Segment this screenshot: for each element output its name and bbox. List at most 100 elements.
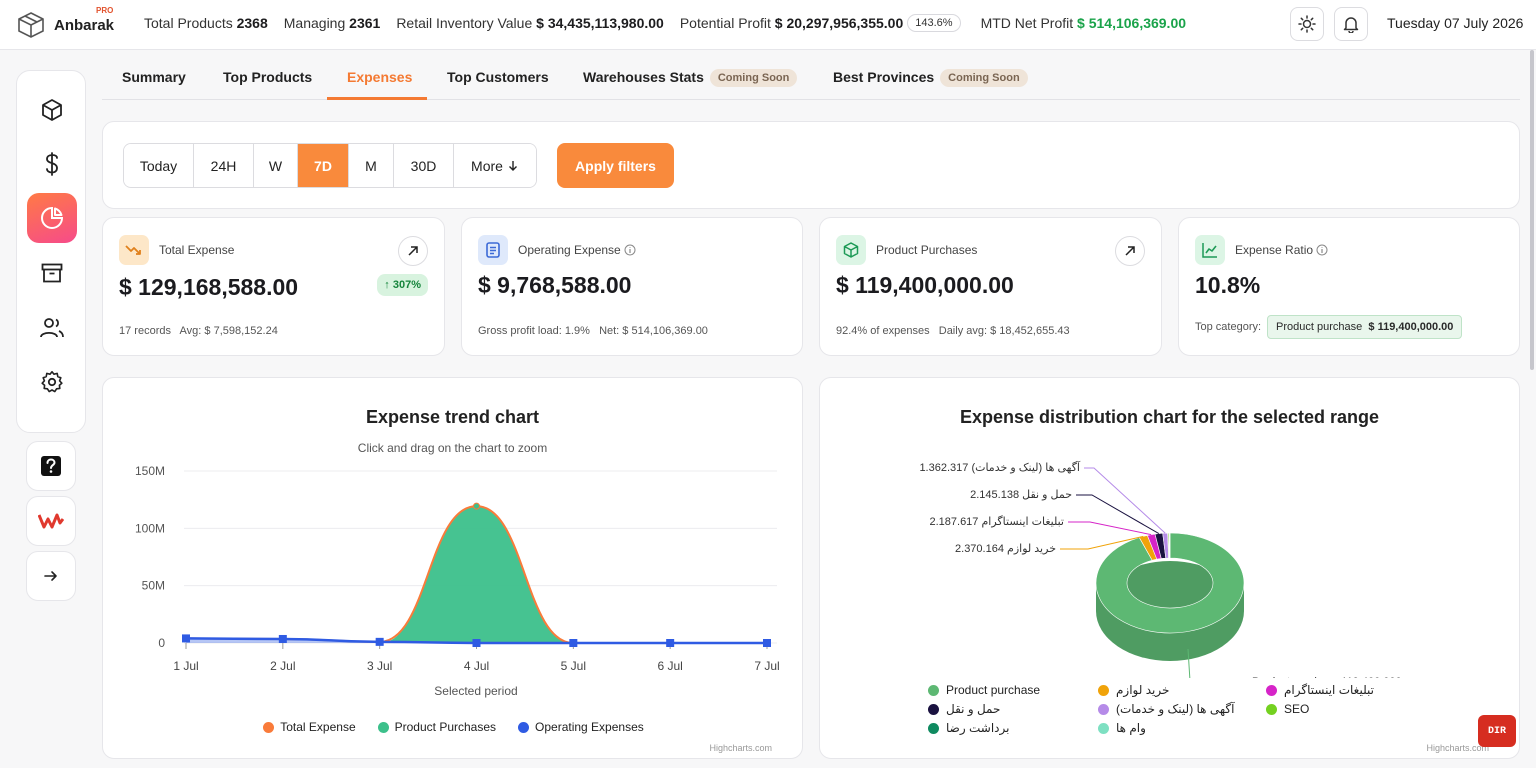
- expense-distribution-chart[interactable]: Expense distribution chart for the selec…: [819, 377, 1520, 759]
- card-product-purchases: Product Purchases $ 119,400,000.00 92.4%…: [819, 217, 1162, 356]
- legend-item[interactable]: تبلیغات اینستاگرام: [1266, 683, 1374, 697]
- tab-expenses[interactable]: Expenses: [347, 69, 412, 85]
- range-7d[interactable]: 7D: [298, 144, 349, 187]
- legend-label: تبلیغات اینستاگرام: [1284, 683, 1375, 697]
- legend-swatch: [518, 721, 530, 733]
- range-month[interactable]: M: [349, 144, 394, 187]
- brand[interactable]: Anbarak PRO: [16, 6, 114, 40]
- x-tick-label: 7 Jul: [754, 659, 779, 673]
- legend-swatch: [928, 703, 939, 715]
- product-purchase-point[interactable]: [473, 502, 480, 510]
- sidebar-item-products[interactable]: [27, 85, 77, 135]
- notifications-button[interactable]: [1334, 7, 1368, 41]
- range-selector: Today 24H W 7D M 30D More: [123, 143, 537, 188]
- top-category: Top category: Product purchase $ 119,400,…: [1195, 315, 1463, 339]
- sidebar-item-reports[interactable]: [27, 193, 77, 243]
- pie-data-label: 2.187.617 تبلیغات اینستاگرام: [929, 515, 1064, 528]
- arrow-up-right-icon: [1125, 246, 1135, 256]
- range-30d[interactable]: 30D: [394, 144, 454, 187]
- tab-summary[interactable]: Summary: [122, 69, 186, 85]
- page-scrollbar[interactable]: [1530, 50, 1534, 370]
- legend-item[interactable]: Total Expense: [263, 720, 356, 734]
- pie-data-label: 1.362.317 آگهی ها (لینک و خدمات): [919, 460, 1080, 474]
- dollar-icon: [46, 152, 58, 176]
- open-details-button[interactable]: [1115, 236, 1145, 266]
- legend-swatch: [1266, 703, 1277, 715]
- legend-swatch: [263, 721, 275, 733]
- card-operating-expense: Operating Expense $ 9,768,588.00 Gross p…: [461, 217, 803, 356]
- legend-label: آگهی ها (لینک و خدمات): [1116, 702, 1235, 716]
- legend-swatch: [377, 721, 389, 733]
- legend-item[interactable]: SEO: [1266, 702, 1309, 716]
- operating-expense-point[interactable]: [182, 634, 190, 643]
- legend-item[interactable]: آگهی ها (لینک و خدمات): [1098, 702, 1234, 716]
- operating-expense-point[interactable]: [375, 637, 384, 646]
- arrow-down-icon: [508, 160, 517, 171]
- legend-item[interactable]: Product purchase: [928, 683, 1040, 697]
- theme-toggle-button[interactable]: [1290, 7, 1324, 41]
- legend-item[interactable]: حمل و نقل: [928, 702, 1000, 716]
- y-tick-label: 150M: [135, 464, 165, 478]
- operating-expense-point[interactable]: [569, 639, 578, 647]
- trend-chart-svg[interactable]: 0 50M 100M 150M 1 Jul 2 Jul 3 Jul 4 Jul 5 Jul 6 J…: [103, 378, 803, 759]
- trend-down-icon: [119, 235, 149, 265]
- direction-toggle-button[interactable]: DIR: [1478, 715, 1516, 747]
- legend-item[interactable]: Operating Expenses: [518, 720, 644, 734]
- partner-logo-button[interactable]: [26, 496, 76, 546]
- legend-label: Product Purchases: [394, 720, 497, 734]
- document-icon: [478, 235, 508, 265]
- operating-expense-point[interactable]: [763, 639, 771, 647]
- card-total-expense: Total Expense $ 129,168,588.00 ↑ 307% 17…: [102, 217, 445, 356]
- card-value: $ 9,768,588.00: [478, 272, 632, 298]
- legend-item[interactable]: Product Purchases: [377, 720, 497, 734]
- brand-pro-tag: PRO: [96, 6, 114, 15]
- arrow-up-right-icon: [408, 246, 418, 256]
- top-category-pill: Product purchase $ 119,400,000.00: [1267, 315, 1463, 339]
- operating-expense-point[interactable]: [666, 639, 675, 647]
- sidebar-item-archive[interactable]: [27, 248, 77, 298]
- legend-label: وام ها: [1116, 721, 1146, 735]
- tab-top-products[interactable]: Top Products: [223, 69, 312, 85]
- donut-hole: [1127, 560, 1213, 610]
- card-footer: 17 records Avg: $ 7,598,152.24: [119, 325, 278, 337]
- tab-warehouses-stats[interactable]: Warehouses Stats Coming Soon: [583, 69, 798, 88]
- range-today[interactable]: Today: [124, 144, 194, 187]
- distribution-chart-svg[interactable]: Product purchase 119.400.000 2.370.164 خر…: [820, 378, 1520, 678]
- legend-swatch: [1098, 703, 1109, 715]
- card-value: $ 129,168,588.00: [119, 274, 299, 300]
- help-button[interactable]: [26, 441, 76, 491]
- x-tick-label: 1 Jul: [173, 659, 198, 673]
- sidebar-item-users[interactable]: [27, 303, 77, 353]
- operating-expense-point[interactable]: [278, 634, 287, 643]
- gear-icon: [41, 371, 63, 393]
- legend-item[interactable]: خرید لوازم: [1098, 683, 1169, 697]
- trend-legend: Total Expense Product Purchases Operating …: [103, 720, 802, 734]
- expand-sidebar-button[interactable]: [26, 551, 76, 601]
- range-more-dropdown[interactable]: More: [454, 144, 536, 187]
- report-tabs: Summary Top Products Expenses Top Custom…: [102, 62, 1520, 100]
- range-week[interactable]: W: [254, 144, 298, 187]
- range-24h[interactable]: 24H: [194, 144, 254, 187]
- legend-swatch: [1266, 684, 1277, 696]
- tab-best-provinces[interactable]: Best Provinces Coming Soon: [833, 69, 1028, 88]
- sidebar-item-settings[interactable]: [27, 357, 77, 407]
- apply-filters-button[interactable]: Apply filters: [557, 143, 674, 188]
- sidebar-item-sales[interactable]: [27, 139, 77, 189]
- expense-trend-chart[interactable]: Expense trend chart Click and drag on th…: [102, 377, 803, 759]
- pie-slice[interactable]: [1169, 532, 1171, 559]
- y-tick-label: 0: [158, 636, 165, 650]
- pie-chart-icon: [41, 206, 64, 229]
- y-tick-label: 50M: [142, 579, 165, 593]
- legend-swatch: [1098, 722, 1109, 734]
- legend-item[interactable]: وام ها: [1098, 721, 1146, 735]
- tab-top-customers[interactable]: Top Customers: [447, 69, 549, 85]
- x-tick-label: 2 Jul: [270, 659, 295, 673]
- open-details-button[interactable]: [398, 236, 428, 266]
- operating-expense-point[interactable]: [472, 639, 481, 647]
- card-label: Product Purchases: [876, 243, 978, 257]
- legend-item[interactable]: برداشت رضا: [928, 721, 1009, 735]
- top-bar: Anbarak PRO Total Products 2368 Managing…: [0, 0, 1536, 50]
- help-icon: [41, 456, 61, 476]
- cube-icon: [42, 99, 62, 121]
- cube-icon: [836, 235, 866, 265]
